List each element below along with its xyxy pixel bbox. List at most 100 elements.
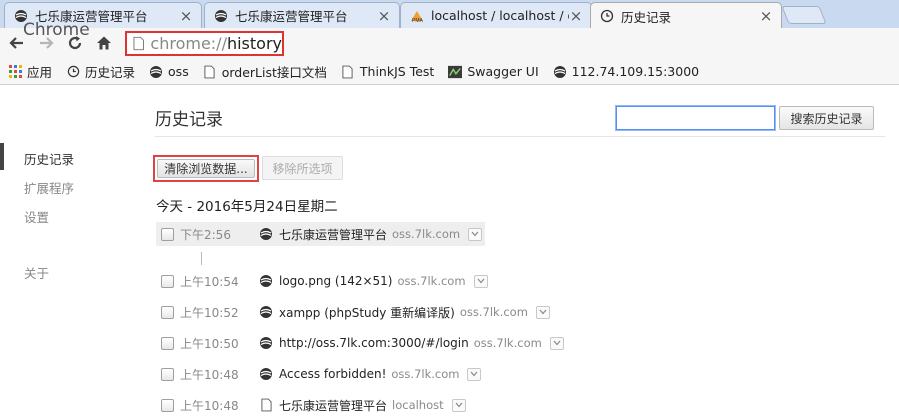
day-header: 今天 - 2016年5月24日星期二 (156, 199, 338, 215)
entry-menu-button[interactable] (468, 227, 483, 241)
address-path: history (226, 34, 282, 53)
tab-strip: 七乐康运营管理平台 × 七乐康运营管理平台 × PMA localhost / … (0, 0, 899, 29)
tab-history[interactable]: 历史记录 × (590, 2, 782, 29)
tab-title: localhost / localhost / of (431, 8, 569, 23)
tab-close-icon[interactable]: × (179, 8, 193, 23)
remove-selected-button: 移除所选项 (262, 156, 343, 180)
page-icon (341, 65, 355, 79)
entry-domain: oss.7lk.com (397, 274, 466, 288)
history-entry[interactable]: 上午10:48 Access forbidden! oss.7lk.com (156, 362, 482, 386)
chevron-down-icon (477, 278, 485, 284)
entry-checkbox[interactable] (161, 227, 174, 241)
swirl-logo-icon (258, 273, 274, 289)
entry-domain: oss.7lk.com (459, 305, 528, 319)
bookmark-orderlist[interactable]: orderList接口文档 (203, 62, 327, 81)
phpmyadmin-icon: PMA (409, 8, 425, 24)
chevron-down-icon (471, 231, 479, 237)
entry-time: 上午10:52 (180, 305, 239, 320)
entry-title-link[interactable]: 七乐康运营管理平台 (279, 226, 387, 243)
bookmark-oss[interactable]: oss (149, 64, 189, 79)
bookmark-swagger[interactable]: Swagger UI (448, 64, 539, 79)
history-icon (599, 8, 615, 24)
sidebar-item-history[interactable]: 历史记录 (24, 149, 74, 168)
tab-phpmyadmin[interactable]: PMA localhost / localhost / of × (400, 2, 592, 28)
history-entry[interactable]: 上午10:52 xampp (phpStudy 重新编译版) oss.7lk.c… (156, 300, 550, 324)
entry-title-link[interactable]: 七乐康运营管理平台 (279, 397, 387, 414)
apps-grid-icon (8, 65, 22, 79)
tab-title: 七乐康运营管理平台 (235, 9, 348, 24)
entry-checkbox[interactable] (161, 398, 174, 412)
entry-title-link[interactable]: logo.png (142×51) (279, 274, 392, 288)
swirl-logo-icon (258, 335, 274, 351)
entry-time: 上午10:48 (180, 367, 239, 382)
bookmark-label: ThinkJS Test (359, 64, 435, 79)
history-entry[interactable]: 上午10:50 http://oss.7lk.com:3000/#/login … (156, 331, 564, 355)
tab-oss-2[interactable]: 七乐康运营管理平台 × (204, 2, 400, 28)
search-input[interactable] (615, 105, 776, 131)
bookmark-apps[interactable]: 应用 (8, 62, 52, 81)
new-tab-button[interactable] (781, 6, 827, 24)
entry-time: 上午10:50 (180, 336, 239, 351)
bookmark-label: 应用 (27, 65, 53, 80)
search-history-button[interactable]: 搜索历史记录 (779, 106, 874, 130)
page-icon (203, 65, 217, 79)
page-icon (258, 397, 274, 413)
history-entry[interactable]: 下午2:56 七乐康运营管理平台 oss.7lk.com (156, 222, 485, 246)
sidebar-item-about[interactable]: 关于 (24, 263, 49, 282)
entry-checkbox[interactable] (161, 274, 174, 288)
address-bar[interactable]: chrome://history (125, 31, 284, 56)
bookmark-thinkjs[interactable]: ThinkJS Test (341, 64, 434, 79)
bookmark-server[interactable]: 112.74.109.15:3000 (553, 64, 699, 79)
swirl-logo-icon (258, 226, 274, 242)
address-text: chrome://history (150, 34, 282, 53)
tab-close-icon[interactable]: × (759, 9, 773, 24)
tab-close-icon[interactable]: × (377, 8, 391, 23)
bookmark-label: Swagger UI (467, 64, 539, 79)
history-entry[interactable]: 上午10:48 七乐康运营管理平台 localhost (156, 393, 466, 417)
entry-domain: oss.7lk.com (473, 336, 542, 350)
home-icon (97, 36, 111, 50)
bookmark-label: oss (168, 64, 189, 79)
home-button[interactable] (93, 32, 115, 54)
sidebar-item-extensions[interactable]: 扩展程序 (24, 178, 74, 197)
entry-domain: oss.7lk.com (391, 367, 460, 381)
tab-title: 历史记录 (621, 9, 672, 25)
bookmark-history[interactable]: 历史记录 (66, 62, 135, 81)
sidebar-item-settings[interactable]: 设置 (24, 207, 49, 226)
header-divider (155, 136, 885, 137)
svg-text:PMA: PMA (412, 18, 424, 23)
bookmark-label: orderList接口文档 (221, 65, 327, 80)
entry-checkbox[interactable] (161, 367, 174, 381)
entry-menu-button[interactable] (473, 274, 488, 288)
sidebar-title: Chrome (23, 20, 90, 40)
entry-time: 下午2:56 (180, 227, 231, 242)
entry-checkbox[interactable] (161, 305, 174, 319)
chevron-down-icon (539, 309, 547, 315)
entry-menu-button[interactable] (451, 398, 466, 412)
entry-title-link[interactable]: http://oss.7lk.com:3000/#/login (279, 336, 469, 350)
entry-checkbox[interactable] (161, 336, 174, 350)
entry-time: 上午10:48 (180, 398, 239, 413)
bookmarks-bar: 应用 历史记录 oss orderList接口文档 ThinkJS Test S… (0, 59, 899, 85)
swirl-logo-icon (258, 304, 274, 320)
page-icon (133, 36, 144, 51)
page-title: 历史记录 (155, 110, 223, 130)
entry-domain: oss.7lk.com (392, 227, 461, 241)
tab-close-icon[interactable]: × (569, 8, 583, 23)
bookmark-label: 112.74.109.15:3000 (571, 64, 700, 79)
entry-menu-button[interactable] (535, 305, 550, 319)
swirl-logo-icon (149, 65, 163, 79)
history-entry[interactable]: 上午10:54 logo.png (142×51) oss.7lk.com (156, 269, 488, 293)
clear-browsing-data-highlight: 清除浏览数据... (153, 155, 259, 182)
entry-menu-button[interactable] (549, 336, 564, 350)
history-icon (66, 65, 80, 79)
swirl-logo-icon (258, 366, 274, 382)
entry-menu-button[interactable] (467, 367, 482, 381)
entry-title-link[interactable]: xampp (phpStudy 重新编译版) (279, 304, 455, 321)
entry-title-link[interactable]: Access forbidden! (279, 367, 386, 381)
toolbar: chrome://history (0, 28, 899, 59)
chevron-down-icon (455, 402, 463, 408)
active-nav-marker (0, 143, 4, 170)
clear-browsing-data-button[interactable]: 清除浏览数据... (157, 159, 255, 178)
swagger-icon (448, 65, 463, 79)
